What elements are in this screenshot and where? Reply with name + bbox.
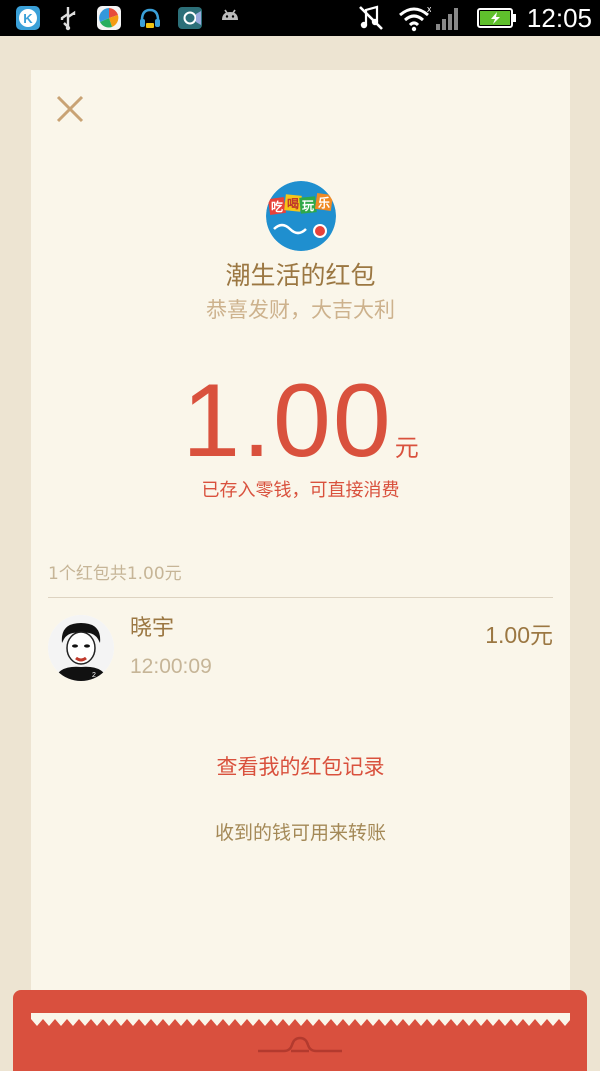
close-icon (56, 95, 84, 123)
logo-char-4: 乐 (318, 195, 330, 210)
usb-icon (54, 4, 82, 32)
saved-to-wallet-note: 已存入零钱，可直接消费 (201, 480, 400, 501)
amount-value: 1.00 (182, 363, 393, 479)
logo-char-3: 玩 (302, 199, 314, 213)
svg-text:K: K (23, 11, 33, 26)
list-item[interactable]: 2 晓宇 12:00:09 1.00元 (48, 610, 553, 686)
status-bar: K x 12:05 (0, 0, 600, 36)
red-packet-card: 吃 喝 玩 乐 潮生活的红包 恭喜发财，大吉大利 1.00元 已存入零钱，可直接… (31, 70, 570, 1035)
k-app-icon: K (14, 4, 42, 32)
amount-unit: 元 (394, 434, 419, 462)
clock: 12:05 (526, 3, 592, 33)
amount-display: 1.00元 (31, 366, 570, 476)
close-button[interactable] (53, 92, 87, 126)
wifi-icon: x (397, 4, 431, 32)
record-amount: 1.00元 (485, 622, 553, 648)
muted-icon (357, 4, 385, 32)
zigzag-edge (31, 1013, 570, 1026)
logo-char-1: 吃 (271, 199, 283, 214)
envelope-bottom (13, 990, 587, 1071)
headset-app-icon (136, 4, 164, 32)
divider (48, 597, 553, 598)
pull-handle-icon[interactable] (258, 1033, 342, 1057)
logo-char-2: 喝 (287, 197, 299, 211)
svg-text:2: 2 (92, 672, 96, 679)
sender-title: 潮生活的红包 (225, 261, 376, 290)
record-time: 12:00:09 (130, 655, 212, 678)
svg-text:x: x (427, 4, 431, 14)
record-name: 晓宇 (130, 616, 175, 641)
avatar: 2 (48, 615, 114, 681)
signal-icon (434, 4, 462, 32)
color-app-icon (95, 4, 123, 32)
transfer-note: 收到的钱可用来转账 (214, 822, 386, 844)
camera-app-icon (176, 4, 204, 32)
android-icon (216, 4, 244, 32)
packet-summary: 1个红包共1.00元 (48, 564, 182, 584)
sender-logo: 吃 喝 玩 乐 (266, 181, 336, 251)
blessing-message: 恭喜发财，大吉大利 (206, 298, 395, 322)
view-history-link[interactable]: 查看我的红包记录 (31, 750, 570, 784)
battery-charging-icon (477, 4, 517, 32)
